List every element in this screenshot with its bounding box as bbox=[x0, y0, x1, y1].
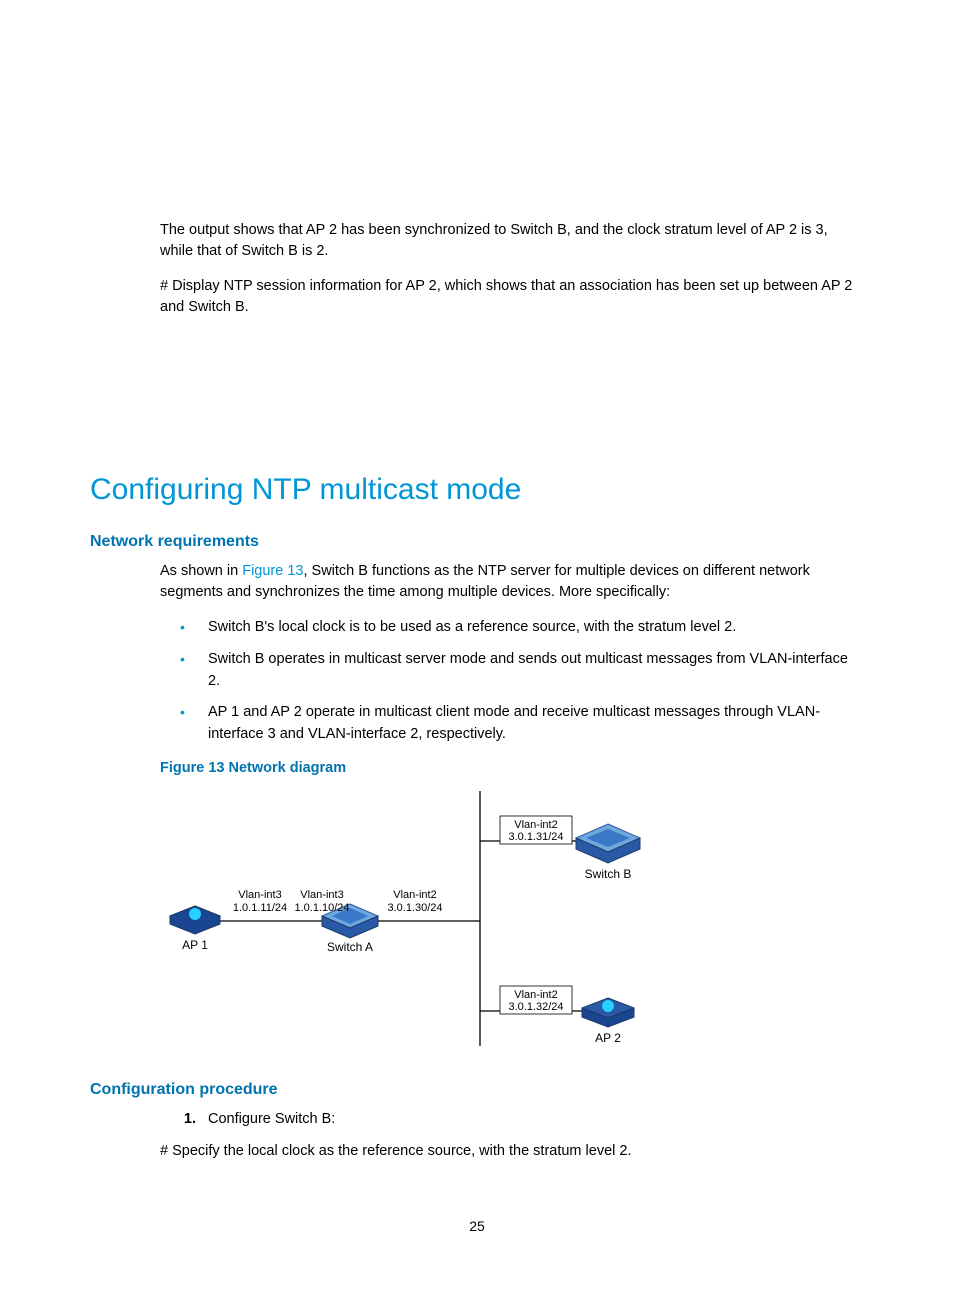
switch-a-right-if: Vlan-int2 3.0.1.30/24 bbox=[387, 889, 442, 914]
svg-text:Vlan-int2: Vlan-int2 bbox=[514, 989, 557, 1001]
ap1-icon: AP 1 bbox=[170, 906, 220, 952]
svg-text:Vlan-int3: Vlan-int3 bbox=[300, 889, 343, 901]
page-number: 25 bbox=[0, 1218, 954, 1234]
step-item: 1. Configure Switch B: bbox=[160, 1109, 854, 1131]
svg-text:Vlan-int2: Vlan-int2 bbox=[393, 889, 436, 901]
requirements-lead: As shown in Figure 13, Switch B function… bbox=[160, 561, 854, 603]
step-number: 1. bbox=[160, 1109, 196, 1131]
figure-caption: Figure 13 Network diagram bbox=[160, 760, 854, 776]
switch-a-label: Switch A bbox=[327, 940, 373, 954]
ap2-if-label: Vlan-int2 3.0.1.32/24 bbox=[500, 986, 572, 1014]
procedure-steps: 1. Configure Switch B: bbox=[160, 1109, 854, 1131]
ap1-label: AP 1 bbox=[182, 938, 208, 952]
ap2-icon: AP 2 bbox=[582, 998, 634, 1045]
figure-link[interactable]: Figure 13 bbox=[242, 563, 303, 579]
bullet-item: AP 1 and AP 2 operate in multicast clien… bbox=[160, 702, 854, 746]
svg-text:1.0.1.11/24: 1.0.1.11/24 bbox=[233, 902, 287, 914]
page: The output shows that AP 2 has been sync… bbox=[0, 0, 954, 1296]
switch-b-if-label: Vlan-int2 3.0.1.31/24 bbox=[500, 816, 572, 844]
switch-b-label: Switch B bbox=[585, 867, 632, 881]
intro-para-1: The output shows that AP 2 has been sync… bbox=[160, 220, 854, 262]
ap2-label: AP 2 bbox=[595, 1031, 621, 1045]
svg-text:3.0.1.31/24: 3.0.1.31/24 bbox=[508, 831, 563, 843]
ap1-if-label: Vlan-int3 1.0.1.11/24 bbox=[233, 889, 287, 914]
svg-text:3.0.1.32/24: 3.0.1.32/24 bbox=[508, 1001, 563, 1013]
bullet-item: Switch B's local clock is to be used as … bbox=[160, 617, 854, 639]
requirements-bullets: Switch B's local clock is to be used as … bbox=[160, 617, 854, 746]
step-text: Configure Switch B: bbox=[208, 1111, 335, 1127]
svg-text:Vlan-int3: Vlan-int3 bbox=[238, 889, 281, 901]
switch-a-left-if: Vlan-int3 1.0.1.10/24 bbox=[294, 889, 349, 914]
content-column: The output shows that AP 2 has been sync… bbox=[90, 220, 864, 1162]
network-diagram: AP 1 Vlan-int3 1.0.1.11/24 Switch A Vlan… bbox=[160, 786, 680, 1056]
bullet-item: Switch B operates in multicast server mo… bbox=[160, 649, 854, 693]
lead-pre: As shown in bbox=[160, 563, 242, 579]
switch-b-icon: Switch B bbox=[576, 824, 640, 881]
svg-text:Vlan-int2: Vlan-int2 bbox=[514, 819, 557, 831]
intro-para-2: # Display NTP session information for AP… bbox=[160, 276, 854, 318]
svg-text:3.0.1.30/24: 3.0.1.30/24 bbox=[387, 902, 442, 914]
section-title: Configuring NTP multicast mode bbox=[90, 473, 854, 507]
svg-text:1.0.1.10/24: 1.0.1.10/24 bbox=[294, 902, 349, 914]
procedure-after-text: # Specify the local clock as the referen… bbox=[160, 1141, 854, 1162]
diagram-svg: AP 1 Vlan-int3 1.0.1.11/24 Switch A Vlan… bbox=[160, 786, 680, 1056]
configuration-procedure-heading: Configuration procedure bbox=[90, 1081, 854, 1099]
network-requirements-heading: Network requirements bbox=[90, 533, 854, 551]
